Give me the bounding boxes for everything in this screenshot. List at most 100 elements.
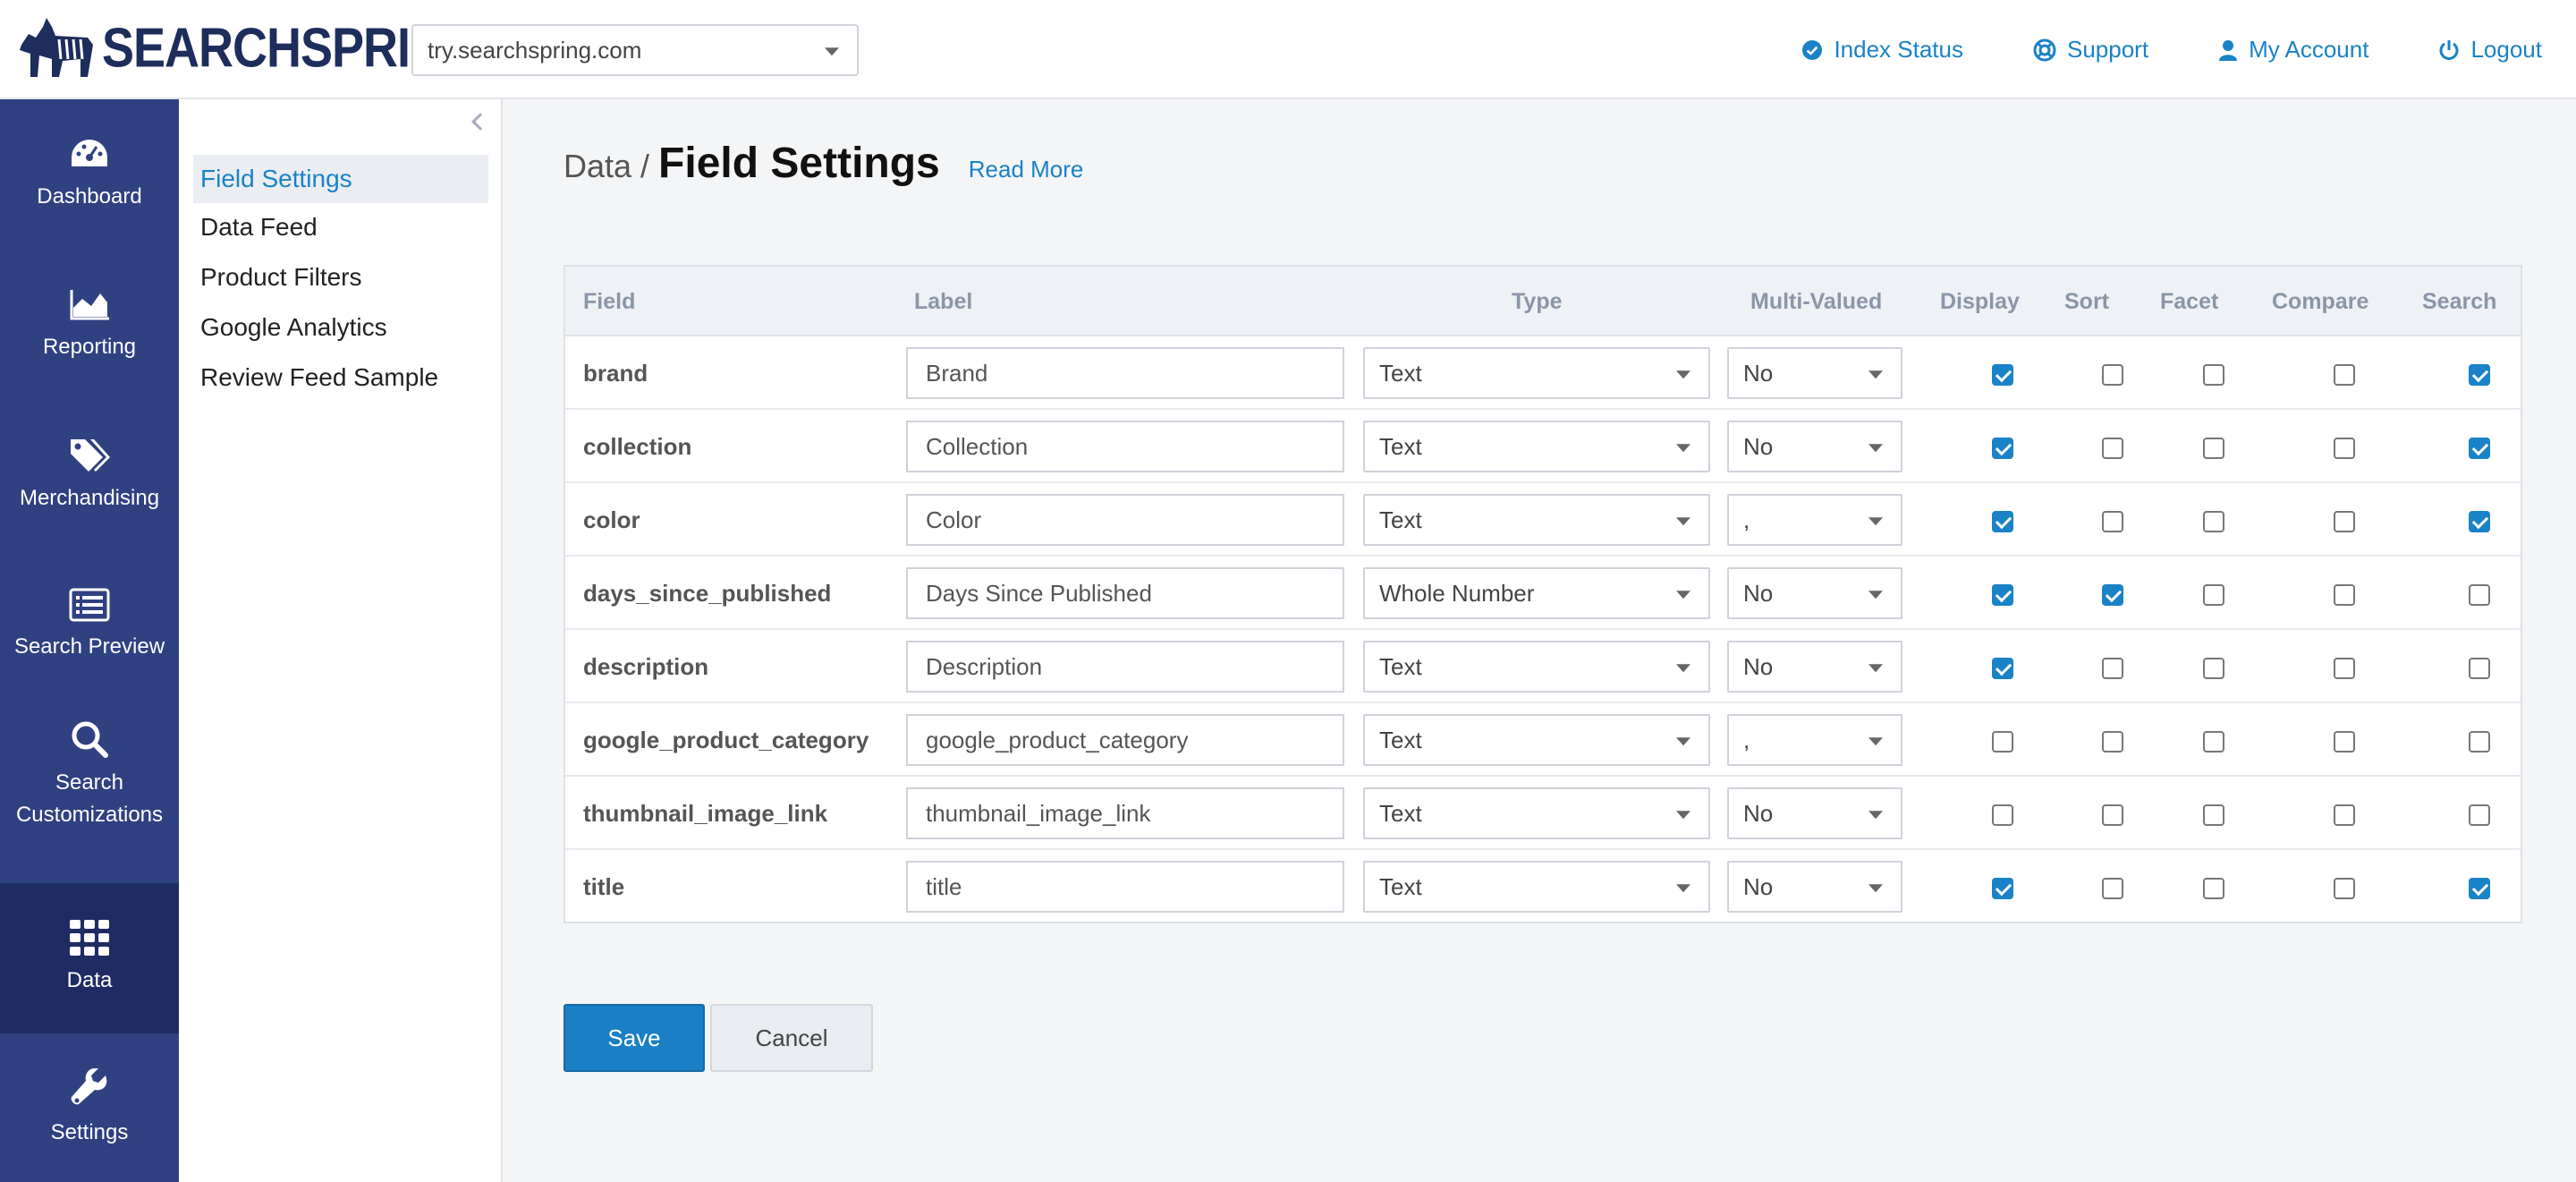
facet-checkbox[interactable] (2203, 804, 2224, 826)
index-status-link[interactable]: Index Status (1801, 36, 1963, 64)
label-input[interactable]: Collection (906, 421, 1344, 472)
sidebar-label-search-customizations: Search Customizations (15, 770, 164, 827)
field-name: title (583, 873, 625, 900)
sidebar-item-dashboard[interactable]: Dashboard (0, 99, 179, 250)
multi-valued-select[interactable]: , (1727, 494, 1902, 546)
display-checkbox[interactable] (1992, 511, 2013, 532)
display-checkbox[interactable] (1992, 658, 2013, 679)
save-button[interactable]: Save (564, 1004, 705, 1072)
display-checkbox[interactable] (1992, 731, 2013, 753)
submenu-item-product-filters[interactable]: Product Filters (193, 253, 488, 302)
multi-valued-select[interactable]: No (1727, 567, 1902, 619)
type-select[interactable]: Text (1363, 641, 1710, 693)
support-link[interactable]: Support (2033, 36, 2148, 64)
sidebar-item-reporting[interactable]: Reporting (0, 250, 179, 400)
sidebar-item-search-customizations[interactable]: Search Customizations (0, 701, 179, 851)
sort-checkbox[interactable] (2102, 731, 2123, 753)
sidebar-item-search-preview[interactable]: Search Preview (0, 550, 179, 701)
sidebar-item-data[interactable]: Data (0, 883, 179, 1033)
label-input[interactable]: thumbnail_image_link (906, 787, 1344, 839)
type-select[interactable]: Whole Number (1363, 567, 1710, 619)
collapse-chevron-icon[interactable] (471, 113, 489, 131)
compare-checkbox[interactable] (2334, 878, 2355, 899)
type-select[interactable]: Text (1363, 861, 1710, 913)
display-checkbox[interactable] (1992, 804, 2013, 826)
cancel-button[interactable]: Cancel (710, 1004, 873, 1072)
multi-valued-select[interactable]: No (1727, 787, 1902, 839)
sidebar-item-merchandising[interactable]: Merchandising (0, 400, 179, 550)
search-checkbox[interactable] (2469, 878, 2490, 899)
chevron-down-icon (1868, 737, 1883, 746)
compare-checkbox[interactable] (2334, 804, 2355, 826)
multi-valued-select[interactable]: , (1727, 714, 1902, 766)
multi-valued-select-value: No (1743, 359, 1774, 387)
search-checkbox[interactable] (2469, 658, 2490, 679)
sidebar-label-merchandising: Merchandising (19, 486, 160, 510)
site-select[interactable]: try.searchspring.com (411, 24, 859, 76)
dog-logo-icon (20, 18, 93, 77)
compare-checkbox[interactable] (2334, 438, 2355, 459)
submenu-item-google-analytics[interactable]: Google Analytics (193, 303, 488, 352)
search-checkbox[interactable] (2469, 511, 2490, 532)
search-checkbox[interactable] (2469, 438, 2490, 459)
compare-checkbox[interactable] (2334, 511, 2355, 532)
multi-valued-select[interactable]: No (1727, 421, 1902, 472)
facet-checkbox[interactable] (2203, 878, 2224, 899)
sort-checkbox[interactable] (2102, 584, 2123, 606)
my-account-link[interactable]: My Account (2218, 36, 2368, 64)
facet-checkbox[interactable] (2203, 658, 2224, 679)
sort-checkbox[interactable] (2102, 804, 2123, 826)
search-checkbox[interactable] (2469, 584, 2490, 606)
sort-checkbox[interactable] (2102, 878, 2123, 899)
facet-checkbox[interactable] (2203, 438, 2224, 459)
multi-valued-select[interactable]: No (1727, 641, 1902, 693)
type-select[interactable]: Text (1363, 494, 1710, 546)
label-input[interactable]: Color (906, 494, 1344, 546)
search-checkbox[interactable] (2469, 731, 2490, 753)
facet-checkbox[interactable] (2203, 511, 2224, 532)
chevron-down-icon (1868, 444, 1883, 453)
header-multi-valued: Multi-Valued (1750, 289, 1883, 314)
facet-checkbox[interactable] (2203, 584, 2224, 606)
read-more-link[interactable]: Read More (969, 156, 1084, 183)
facet-checkbox[interactable] (2203, 364, 2224, 386)
type-select[interactable]: Text (1363, 787, 1710, 839)
submenu-item-field-settings[interactable]: Field Settings (193, 155, 488, 203)
type-select[interactable]: Text (1363, 421, 1710, 472)
multi-valued-select[interactable]: No (1727, 861, 1902, 913)
label-input[interactable]: Description (906, 641, 1344, 693)
search-checkbox[interactable] (2469, 804, 2490, 826)
submenu-item-data-feed[interactable]: Data Feed (193, 203, 488, 251)
sort-checkbox[interactable] (2102, 511, 2123, 532)
logout-link[interactable]: Logout (2438, 36, 2542, 64)
label-input[interactable]: title (906, 861, 1344, 913)
label-input[interactable]: Days Since Published (906, 567, 1344, 619)
support-label: Support (2066, 36, 2149, 63)
display-checkbox[interactable] (1992, 364, 2013, 386)
check-circle-icon (1802, 39, 1823, 60)
multi-valued-select[interactable]: No (1727, 347, 1902, 399)
submenu-item-review-feed-sample[interactable]: Review Feed Sample (193, 353, 488, 402)
display-checkbox[interactable] (1992, 584, 2013, 606)
multi-valued-select-value: No (1743, 652, 1774, 680)
compare-checkbox[interactable] (2334, 584, 2355, 606)
label-input[interactable]: google_product_category (906, 714, 1344, 766)
sort-checkbox[interactable] (2102, 438, 2123, 459)
sort-checkbox[interactable] (2102, 364, 2123, 386)
compare-checkbox[interactable] (2334, 364, 2355, 386)
chevron-down-icon (1868, 517, 1883, 526)
sidebar-item-settings[interactable]: Settings (0, 1033, 179, 1182)
header-facet: Facet (2160, 289, 2219, 314)
display-checkbox[interactable] (1992, 878, 2013, 899)
type-select[interactable]: Text (1363, 714, 1710, 766)
type-select[interactable]: Text (1363, 347, 1710, 399)
search-checkbox[interactable] (2469, 364, 2490, 386)
label-input[interactable]: Brand (906, 347, 1344, 399)
multi-valued-select-value: No (1743, 799, 1774, 827)
label-input-value: title (926, 872, 962, 900)
facet-checkbox[interactable] (2203, 731, 2224, 753)
compare-checkbox[interactable] (2334, 658, 2355, 679)
compare-checkbox[interactable] (2334, 731, 2355, 753)
sort-checkbox[interactable] (2102, 658, 2123, 679)
display-checkbox[interactable] (1992, 438, 2013, 459)
